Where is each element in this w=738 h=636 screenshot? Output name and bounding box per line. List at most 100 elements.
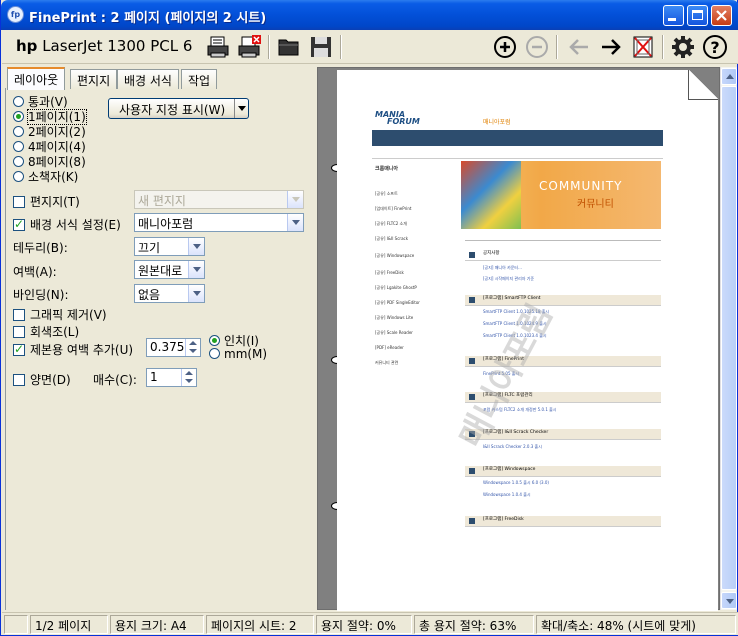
scroll-thumb[interactable] — [721, 86, 737, 590]
background-checkbox[interactable]: 배경 서식 설정(E) — [13, 216, 121, 233]
custom-display-label: 사용자 지정 표시(W) — [119, 103, 226, 117]
radio-button[interactable] — [13, 96, 24, 107]
radio-button[interactable] — [13, 171, 24, 182]
sidebar-item: [공유] Windowspace — [375, 253, 415, 258]
radio-button[interactable] — [13, 141, 24, 152]
delete-page-icon[interactable] — [630, 34, 656, 60]
radio-button[interactable] — [13, 111, 24, 122]
gutter-checkbox[interactable]: 제본용 여백 추가(U) — [13, 341, 133, 358]
title-bar[interactable]: fp FinePrint : 2 페이지 (페이지의 2 시트) — [1, 0, 738, 30]
zoom-in-icon[interactable] — [492, 34, 518, 60]
status-zoom: 확대/축소: 48% (시트에 맞게) — [536, 615, 736, 634]
checkbox[interactable] — [13, 326, 25, 338]
vertical-scrollbar[interactable] — [720, 67, 737, 610]
checkbox[interactable] — [13, 342, 25, 356]
minimize-button[interactable] — [663, 5, 684, 26]
next-page-icon[interactable] — [598, 34, 624, 60]
radio-button[interactable] — [13, 126, 24, 137]
maximize-button[interactable] — [687, 5, 708, 26]
gear-icon[interactable] — [670, 34, 696, 60]
sidebar-item: [공유] PDF SingleEditor — [375, 300, 420, 305]
section-title: [프로그램] FreeDisk — [483, 517, 524, 522]
app-icon[interactable]: fp — [7, 6, 24, 23]
grayscale-checkbox[interactable]: 회색조(L) — [13, 323, 79, 340]
print-icon[interactable] — [205, 34, 231, 60]
section-line: [공지] 매니아 카운터... — [483, 265, 522, 270]
background-select[interactable]: 매니아포럼 — [134, 213, 304, 232]
sidebar-item: [공유] Lgakite GhostP — [375, 285, 417, 290]
scroll-down-button[interactable] — [721, 592, 737, 609]
border-select[interactable]: 끄기 — [134, 237, 205, 256]
margin-select[interactable]: 원본대로 — [134, 260, 205, 279]
toolbar-separator — [662, 35, 664, 59]
radio-label: 통과(V) — [28, 95, 68, 109]
section: 공지사항 [공지] 매니아 카운터... [공지] 시작페이지 관리자 기준 — [465, 250, 661, 281]
radio-mm[interactable]: mm(M) — [209, 347, 267, 361]
section-line: [공지] 시작페이지 관리자 기준 — [483, 276, 535, 281]
remove-graphics-checkbox[interactable]: 그래픽 제거(V) — [13, 306, 107, 323]
binding-select[interactable]: 없음 — [134, 284, 205, 303]
checkbox-label: 양면(D) — [30, 373, 71, 387]
printer-name[interactable]: hp LaserJet 1300 PCL 6 — [16, 37, 192, 55]
site-subnav — [372, 148, 663, 159]
status-paper-saving: 용지 절약: 0% — [316, 615, 412, 634]
checkbox-label: 편지지(T) — [30, 195, 80, 209]
toolbar: hp LaserJet 1300 PCL 6 ? — [2, 30, 738, 64]
svg-text:?: ? — [710, 38, 719, 57]
chevron-down-icon[interactable] — [234, 99, 248, 118]
tab-job[interactable]: 작업 — [181, 69, 218, 89]
scroll-up-button[interactable] — [721, 68, 737, 85]
cancel-print-icon[interactable] — [236, 34, 262, 60]
letterhead-select[interactable]: 새 편지지 — [134, 190, 304, 209]
margin-label: 여백(A): — [13, 265, 57, 279]
save-icon[interactable] — [308, 34, 334, 60]
radio-label: 4페이지(4) — [28, 140, 86, 154]
copies-label: 매수(C): — [93, 373, 137, 387]
open-folder-icon[interactable] — [276, 34, 302, 60]
radio-label: 인치(I) — [224, 334, 259, 348]
checkbox[interactable] — [13, 374, 25, 386]
stepper-value: 0.375 — [150, 340, 185, 354]
help-icon[interactable]: ? — [702, 34, 728, 60]
status-pages: 1/2 페이지 — [30, 615, 108, 634]
letterhead-checkbox[interactable]: 편지지(T) — [13, 193, 80, 210]
status-empty-pane — [4, 615, 28, 634]
sidebar-item: 커뮤니티 관련 — [375, 360, 399, 365]
checkbox[interactable] — [13, 217, 25, 231]
section-line: Windowspace 1.0.4 출시 — [483, 492, 531, 497]
checkbox-label: 회색조(L) — [30, 325, 80, 339]
duplex-checkbox[interactable]: 양면(D) — [13, 371, 71, 388]
page-fold — [688, 70, 718, 100]
tab-strip: 레이아웃 편지지 배경 서식 작업 — [5, 67, 305, 90]
sidebar-item: [공유] Scale Reader — [375, 330, 413, 335]
checkbox[interactable] — [13, 196, 25, 208]
toolbar-separator — [340, 35, 342, 59]
banner-image — [461, 161, 521, 229]
radio-button[interactable] — [209, 348, 220, 359]
tab-layout[interactable]: 레이아웃 — [7, 67, 66, 90]
copies-stepper[interactable]: 1 — [146, 368, 197, 387]
section-line: Windowspace 1.0.5 출시 6.0 (3.0) — [483, 480, 549, 485]
sidebar-item: 크롬매니아 — [375, 166, 399, 172]
checkbox[interactable] — [13, 309, 25, 321]
gutter-stepper[interactable]: 0.375 — [146, 338, 201, 357]
tab-background[interactable]: 배경 서식 — [117, 69, 179, 89]
checkbox-label: 제본용 여백 추가(U) — [30, 343, 134, 357]
layout-tab-panel: 통과(V) 1페이지(1) 2페이지(2) 4페이지(4) 8페이지(8) 소책… — [5, 88, 313, 610]
checkbox-label: 그래픽 제거(V) — [30, 308, 107, 322]
banner-title: COMMUNITY — [539, 179, 623, 193]
printer-model: LaserJet 1300 PCL 6 — [42, 37, 193, 55]
print-preview[interactable]: 1 MANIA FORUM 매니아포럼 크롬매니아 [공유] 소프트 [업데이트… — [317, 67, 720, 611]
radio-button[interactable] — [13, 156, 24, 167]
zoom-out-icon[interactable] — [524, 34, 550, 60]
select-value: 없음 — [138, 288, 161, 302]
custom-display-button[interactable]: 사용자 지정 표시(W) — [108, 98, 249, 119]
tab-letterhead[interactable]: 편지지 — [70, 69, 118, 89]
status-total-saving: 총 용지 절약: 63% — [414, 615, 534, 634]
radio-booklet[interactable]: 소책자(K) — [13, 168, 78, 185]
radio-button[interactable] — [209, 335, 220, 346]
previous-page-icon[interactable] — [566, 34, 592, 60]
sidebar-item: [PDF] eReader — [375, 345, 404, 350]
close-button[interactable] — [711, 5, 732, 26]
border-label: 테두리(B): — [13, 241, 68, 255]
